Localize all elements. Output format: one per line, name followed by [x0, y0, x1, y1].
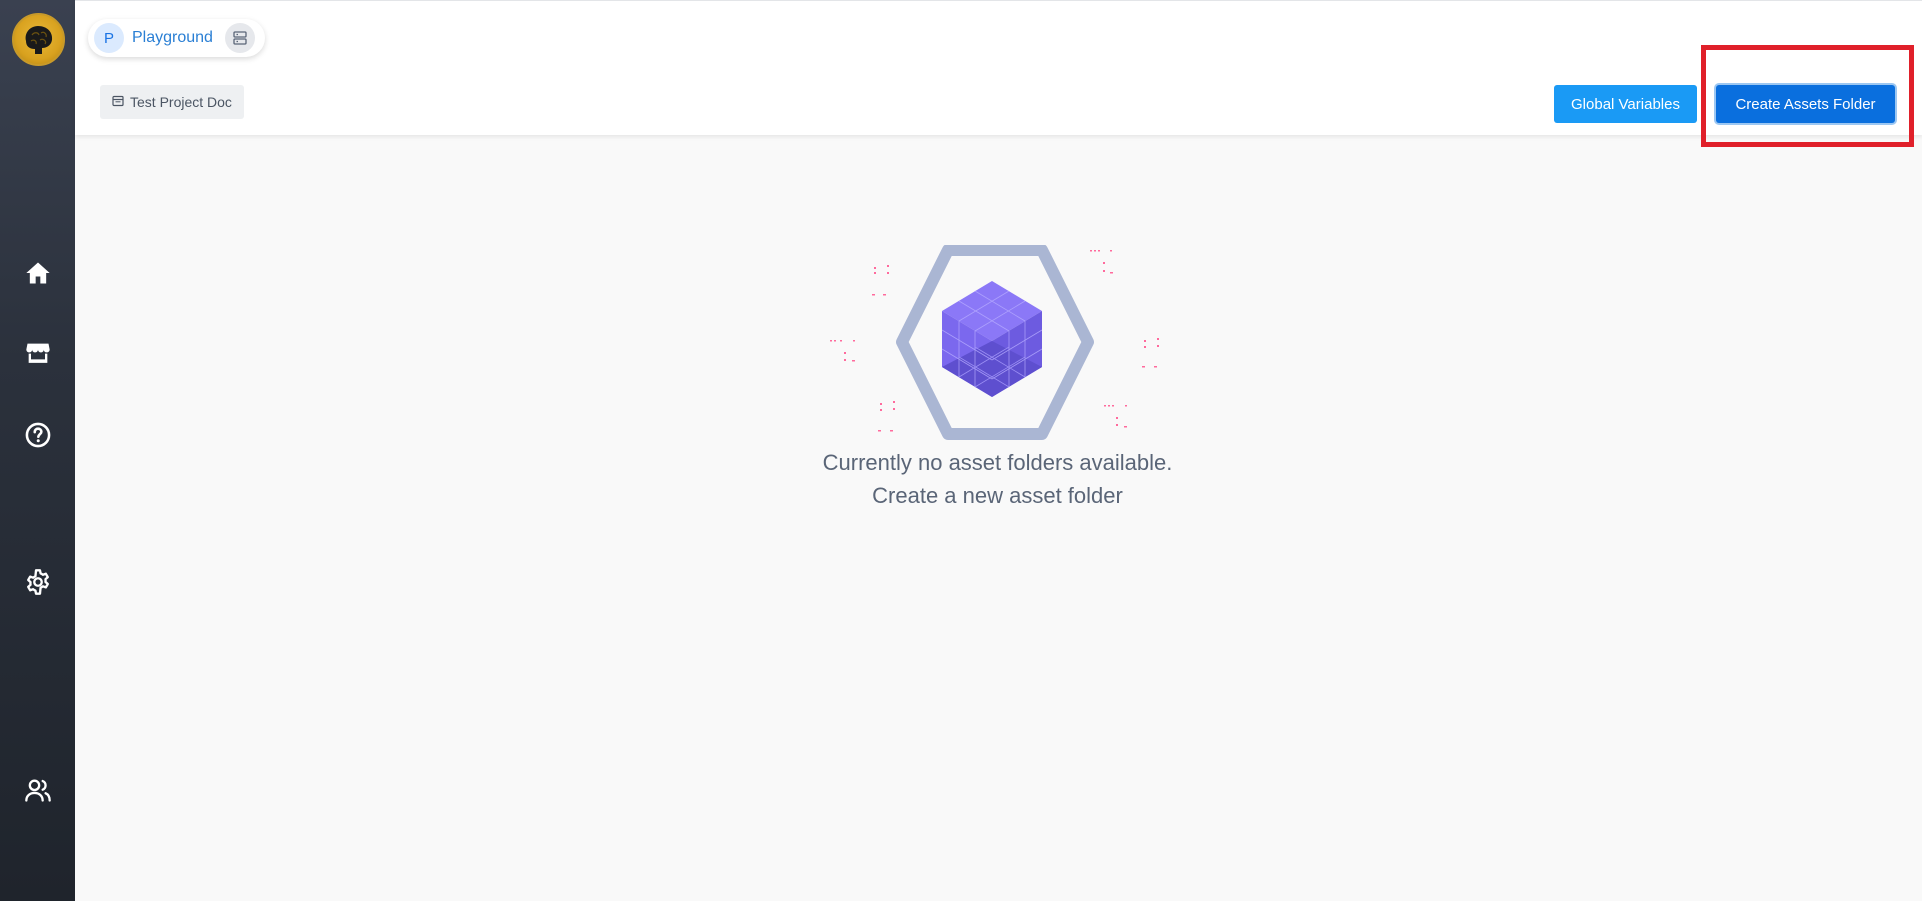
create-assets-folder-button[interactable]: Create Assets Folder [1716, 85, 1895, 123]
empty-state-line-1: Currently no asset folders available. [822, 450, 1173, 475]
empty-state-line-2: Create a new asset folder [872, 483, 1123, 508]
sidebar [0, 0, 75, 901]
project-doc-tag[interactable]: Test Project Doc [100, 85, 244, 119]
empty-state-illustration [820, 244, 1160, 440]
global-variables-button[interactable]: Global Variables [1554, 85, 1697, 123]
doc-tag-label: Test Project Doc [130, 94, 232, 110]
store-icon[interactable] [20, 335, 56, 371]
brain-logo[interactable] [12, 13, 65, 66]
server-icon[interactable] [224, 23, 255, 53]
project-avatar: P [94, 23, 124, 53]
gear-icon[interactable] [20, 564, 56, 600]
home-icon[interactable] [20, 255, 56, 291]
empty-state-message: Currently no asset folders available. Cr… [700, 446, 1295, 512]
users-icon[interactable] [20, 772, 56, 808]
top-header: P Playground Test Project Doc Global Var… [75, 0, 1922, 135]
document-icon [112, 94, 124, 110]
help-icon[interactable] [20, 417, 56, 453]
project-selector[interactable]: P Playground [88, 19, 265, 57]
project-name[interactable]: Playground [132, 29, 213, 47]
